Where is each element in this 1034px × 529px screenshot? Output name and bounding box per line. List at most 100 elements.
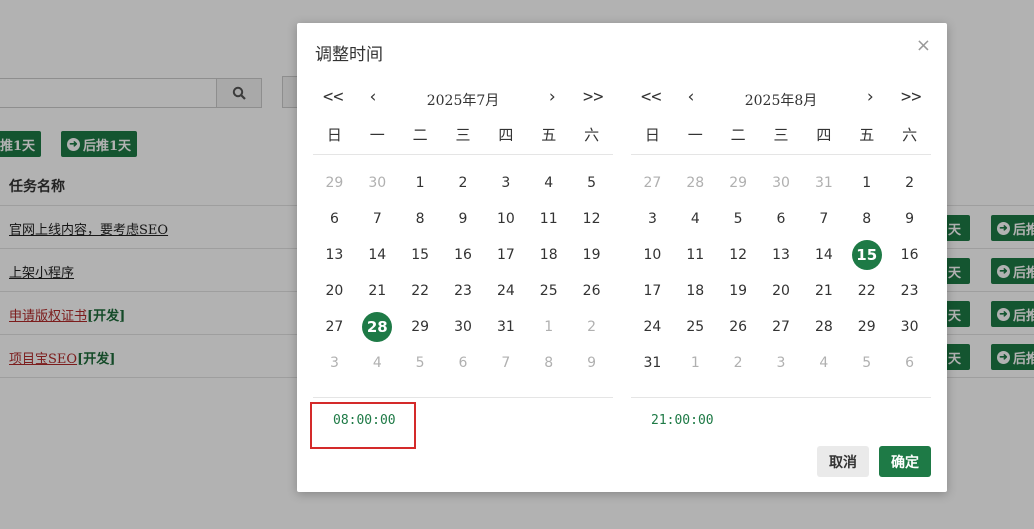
day-cell[interactable]: 24 [484,273,527,309]
day-cell[interactable]: 4 [802,345,845,381]
day-cell[interactable]: 27 [313,309,356,345]
close-icon[interactable]: × [916,35,931,56]
month-label[interactable]: 2025年7月 [313,90,613,110]
day-cell-selected[interactable]: 28 [356,309,399,345]
day-cell[interactable]: 5 [717,201,760,237]
day-cell[interactable]: 31 [631,345,674,381]
day-cell[interactable]: 19 [570,237,613,273]
day-cell[interactable]: 11 [527,201,570,237]
day-cell[interactable]: 7 [484,345,527,381]
end-time-field[interactable]: 21:00:00 [651,413,714,428]
day-cell[interactable]: 12 [570,201,613,237]
day-cell[interactable]: 2 [442,165,485,201]
confirm-button[interactable]: 确定 [879,446,931,477]
day-cell[interactable]: 21 [356,273,399,309]
month-label[interactable]: 2025年8月 [631,90,931,110]
day-cell[interactable]: 19 [717,273,760,309]
day-cell[interactable]: 3 [484,165,527,201]
day-cell[interactable]: 27 [631,165,674,201]
day-cell[interactable]: 10 [484,201,527,237]
day-cell[interactable]: 3 [760,345,803,381]
day-cell[interactable]: 28 [802,309,845,345]
day-cell[interactable]: 1 [527,309,570,345]
day-cell[interactable]: 1 [674,345,717,381]
day-cell[interactable]: 7 [356,201,399,237]
day-cell[interactable]: 22 [845,273,888,309]
day-cell[interactable]: 4 [527,165,570,201]
day-cell[interactable]: 5 [845,345,888,381]
day-cell[interactable]: 4 [356,345,399,381]
day-cell[interactable]: 17 [484,237,527,273]
day-cell[interactable]: 9 [888,201,931,237]
day-cell[interactable]: 18 [674,273,717,309]
day-cell[interactable]: 8 [527,345,570,381]
day-cell[interactable]: 9 [570,345,613,381]
day-cell[interactable]: 13 [313,237,356,273]
day-cell[interactable]: 8 [845,201,888,237]
start-time-field[interactable]: 08:00:00 [333,413,396,428]
day-cell[interactable]: 14 [802,237,845,273]
day-cell[interactable]: 25 [674,309,717,345]
day-cell[interactable]: 5 [570,165,613,201]
day-number: 30 [772,175,790,191]
day-cell[interactable]: 31 [802,165,845,201]
day-cell[interactable]: 26 [717,309,760,345]
day-number: 5 [415,355,425,371]
day-cell[interactable]: 30 [888,309,931,345]
next-year-button[interactable]: >> [901,87,921,107]
day-cell[interactable]: 29 [313,165,356,201]
day-cell[interactable]: 12 [717,237,760,273]
day-number: 7 [501,355,511,371]
day-cell[interactable]: 31 [484,309,527,345]
day-cell[interactable]: 20 [760,273,803,309]
day-cell[interactable]: 11 [674,237,717,273]
day-cell[interactable]: 2 [717,345,760,381]
next-year-button[interactable]: >> [583,87,603,107]
day-cell[interactable]: 22 [399,273,442,309]
day-cell[interactable]: 2 [888,165,931,201]
day-cell[interactable]: 6 [442,345,485,381]
day-cell[interactable]: 15 [399,237,442,273]
day-cell[interactable]: 1 [845,165,888,201]
day-cell[interactable]: 6 [888,345,931,381]
day-cell[interactable]: 26 [570,273,613,309]
day-cell[interactable]: 24 [631,309,674,345]
day-cell[interactable]: 30 [760,165,803,201]
day-cell[interactable]: 27 [760,309,803,345]
cancel-button[interactable]: 取消 [817,446,869,477]
day-cell[interactable]: 29 [399,309,442,345]
day-cell[interactable]: 29 [717,165,760,201]
day-cell[interactable]: 30 [442,309,485,345]
day-cell[interactable]: 18 [527,237,570,273]
day-cell[interactable]: 8 [399,201,442,237]
day-cell-selected[interactable]: 15 [845,237,888,273]
next-month-button[interactable]: › [865,87,875,107]
day-cell[interactable]: 23 [888,273,931,309]
day-cell[interactable]: 7 [802,201,845,237]
day-cell[interactable]: 17 [631,273,674,309]
day-cell[interactable]: 29 [845,309,888,345]
day-cell[interactable]: 16 [442,237,485,273]
day-cell[interactable]: 3 [631,201,674,237]
day-number: 18 [686,283,705,299]
day-cell[interactable]: 6 [313,201,356,237]
day-cell[interactable]: 25 [527,273,570,309]
day-cell[interactable]: 13 [760,237,803,273]
day-cell[interactable]: 4 [674,201,717,237]
day-cell[interactable]: 5 [399,345,442,381]
day-cell[interactable]: 3 [313,345,356,381]
day-cell[interactable]: 6 [760,201,803,237]
day-cell[interactable]: 21 [802,273,845,309]
day-cell[interactable]: 16 [888,237,931,273]
day-cell[interactable]: 30 [356,165,399,201]
next-month-button[interactable]: › [547,87,557,107]
day-cell[interactable]: 14 [356,237,399,273]
day-cell[interactable]: 9 [442,201,485,237]
day-cell[interactable]: 1 [399,165,442,201]
day-cell[interactable]: 23 [442,273,485,309]
day-cell[interactable]: 20 [313,273,356,309]
day-cell[interactable]: 10 [631,237,674,273]
day-number: 16 [900,247,919,263]
day-cell[interactable]: 28 [674,165,717,201]
day-cell[interactable]: 2 [570,309,613,345]
